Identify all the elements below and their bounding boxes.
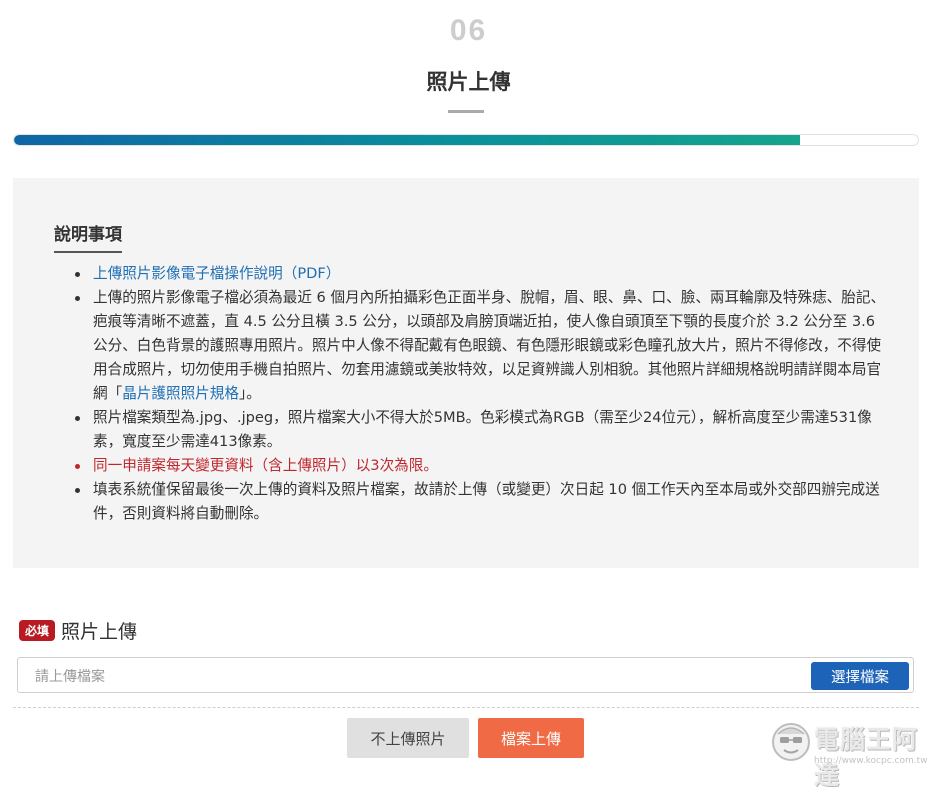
file-placeholder: 請上傳檔案	[35, 669, 105, 685]
watermark: 電腦王阿達 http://www.kocpc.com.tw	[770, 716, 936, 790]
progress-bar-fill	[14, 135, 801, 145]
photo-spec-link[interactable]: 晶片護照照片規格	[122, 385, 239, 402]
file-format-text: 照片檔案類型為.jpg、.jpeg，照片檔案大小不得大於5MB。色彩模式為RGB…	[93, 409, 872, 450]
list-item: 照片檔案類型為.jpg、.jpeg，照片檔案大小不得大於5MB。色彩模式為RGB…	[69, 406, 889, 454]
upload-field-label: 必填 照片上傳	[19, 617, 137, 644]
watermark-url: http://www.kocpc.com.tw	[814, 756, 928, 766]
notes-panel: 說明事項 上傳照片影像電子檔操作說明（PDF） 上傳的照片影像電子檔必須為最近 …	[13, 178, 919, 568]
list-item: 同一申請案每天變更資料（含上傳照片）以3次為限。	[69, 454, 889, 478]
mascot-face-icon	[772, 723, 810, 761]
step-number: 06	[449, 14, 488, 47]
change-limit-warning: 同一申請案每天變更資料（含上傳照片）以3次為限。	[93, 457, 438, 474]
list-item: 上傳的照片影像電子檔必須為最近 6 個月內所拍攝彩色正面半身、脫帽，眉、眼、鼻、…	[69, 286, 889, 406]
choose-file-button[interactable]: 選擇檔案	[811, 662, 909, 690]
retention-notice-text: 填表系統僅保留最後一次上傳的資料及照片檔案，故請於上傳（或變更）次日起 10 個…	[93, 481, 880, 522]
upload-label-text: 照片上傳	[61, 621, 138, 643]
skip-photo-button[interactable]: 不上傳照片	[347, 718, 469, 758]
photo-requirements-text-end: 」。	[238, 385, 261, 402]
upload-file-button[interactable]: 檔案上傳	[478, 718, 584, 758]
page-title: 照片上傳	[426, 70, 511, 94]
list-item: 上傳照片影像電子檔操作說明（PDF）	[69, 262, 889, 286]
title-underline	[448, 110, 484, 113]
required-badge: 必填	[19, 620, 56, 641]
file-upload-field[interactable]: 請上傳檔案 選擇檔案	[17, 657, 914, 693]
list-item: 填表系統僅保留最後一次上傳的資料及照片檔案，故請於上傳（或變更）次日起 10 個…	[69, 478, 889, 526]
progress-bar	[13, 134, 919, 146]
dashed-divider	[13, 707, 919, 708]
notes-heading: 說明事項	[54, 220, 122, 253]
operation-guide-link[interactable]: 上傳照片影像電子檔操作說明（PDF）	[93, 265, 340, 282]
notes-list: 上傳照片影像電子檔操作說明（PDF） 上傳的照片影像電子檔必須為最近 6 個月內…	[69, 262, 889, 526]
